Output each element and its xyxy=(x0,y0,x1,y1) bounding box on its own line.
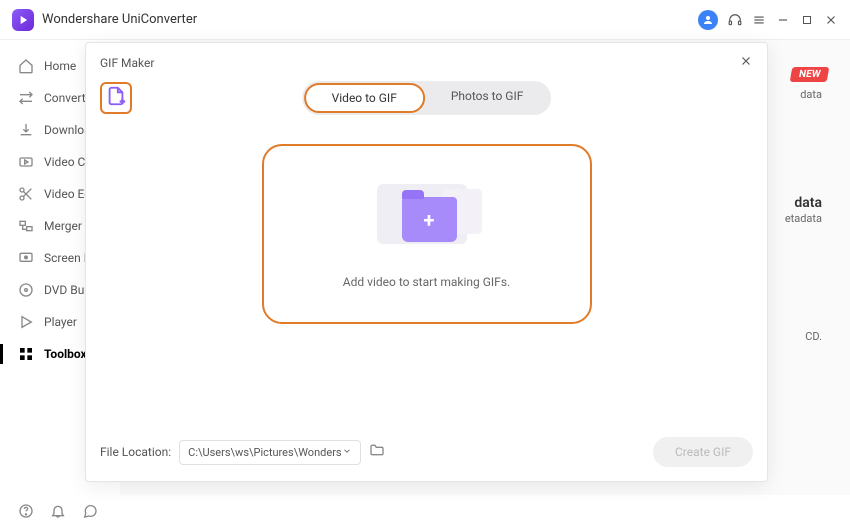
sidebar-item-label: Home xyxy=(44,59,76,73)
disc-icon xyxy=(18,282,34,298)
titlebar: Wondershare UniConverter xyxy=(0,0,850,40)
minimize-button[interactable] xyxy=(776,13,790,27)
notification-button[interactable] xyxy=(50,503,66,519)
app-title: Wondershare UniConverter xyxy=(42,12,698,27)
record-icon xyxy=(18,250,34,266)
tab-video-to-gif[interactable]: Video to GIF xyxy=(304,83,425,113)
help-button[interactable] xyxy=(18,503,34,519)
dialog-close-button[interactable] xyxy=(739,53,753,72)
compress-icon xyxy=(18,154,34,170)
toolbox-icon xyxy=(18,346,34,362)
sidebar-item-label: Merger xyxy=(44,219,82,233)
maximize-button[interactable] xyxy=(800,13,814,27)
bottombar xyxy=(0,495,116,527)
folder-icon xyxy=(369,442,385,462)
file-location-label: File Location: xyxy=(100,445,171,459)
user-avatar[interactable] xyxy=(698,10,718,30)
play-icon xyxy=(18,314,34,330)
create-gif-button[interactable]: Create GIF xyxy=(653,437,753,467)
add-file-button[interactable] xyxy=(100,82,132,114)
bg-text: CD. xyxy=(805,330,822,343)
document-plus-icon xyxy=(105,85,127,111)
menu-icon[interactable] xyxy=(752,13,766,27)
mode-tabs: Video to GIF Photos to GIF xyxy=(302,81,552,115)
dialog-title: GIF Maker xyxy=(100,56,154,70)
merge-icon xyxy=(18,218,34,234)
convert-icon xyxy=(18,90,34,106)
folder-plus-icon: + xyxy=(367,179,487,259)
new-badge: NEW xyxy=(789,67,829,82)
bg-text: data xyxy=(800,88,822,101)
headset-icon[interactable] xyxy=(728,13,742,27)
scissors-icon xyxy=(18,186,34,202)
dropzone-text: Add video to start making GIFs. xyxy=(343,275,510,289)
file-location-select[interactable]: C:\Users\ws\Pictures\Wonders xyxy=(179,440,360,465)
close-button[interactable] xyxy=(824,13,838,27)
sidebar-item-label: Toolbox xyxy=(44,347,87,361)
chevron-down-icon xyxy=(342,446,352,459)
bg-text: data xyxy=(794,195,822,211)
sidebar-item-label: Player xyxy=(44,315,77,329)
download-icon xyxy=(18,122,34,138)
file-location-value: C:\Users\ws\Pictures\Wonders xyxy=(188,446,341,459)
feedback-button[interactable] xyxy=(82,503,98,519)
add-video-dropzone[interactable]: + Add video to start making GIFs. xyxy=(262,144,592,324)
home-icon xyxy=(18,58,34,74)
tab-photos-to-gif[interactable]: Photos to GIF xyxy=(425,83,550,113)
open-folder-button[interactable] xyxy=(369,443,387,461)
bg-text: etadata xyxy=(785,212,822,225)
app-logo xyxy=(12,9,34,31)
gif-maker-dialog: GIF Maker Video to GIF Photos to GIF + A… xyxy=(85,42,768,482)
